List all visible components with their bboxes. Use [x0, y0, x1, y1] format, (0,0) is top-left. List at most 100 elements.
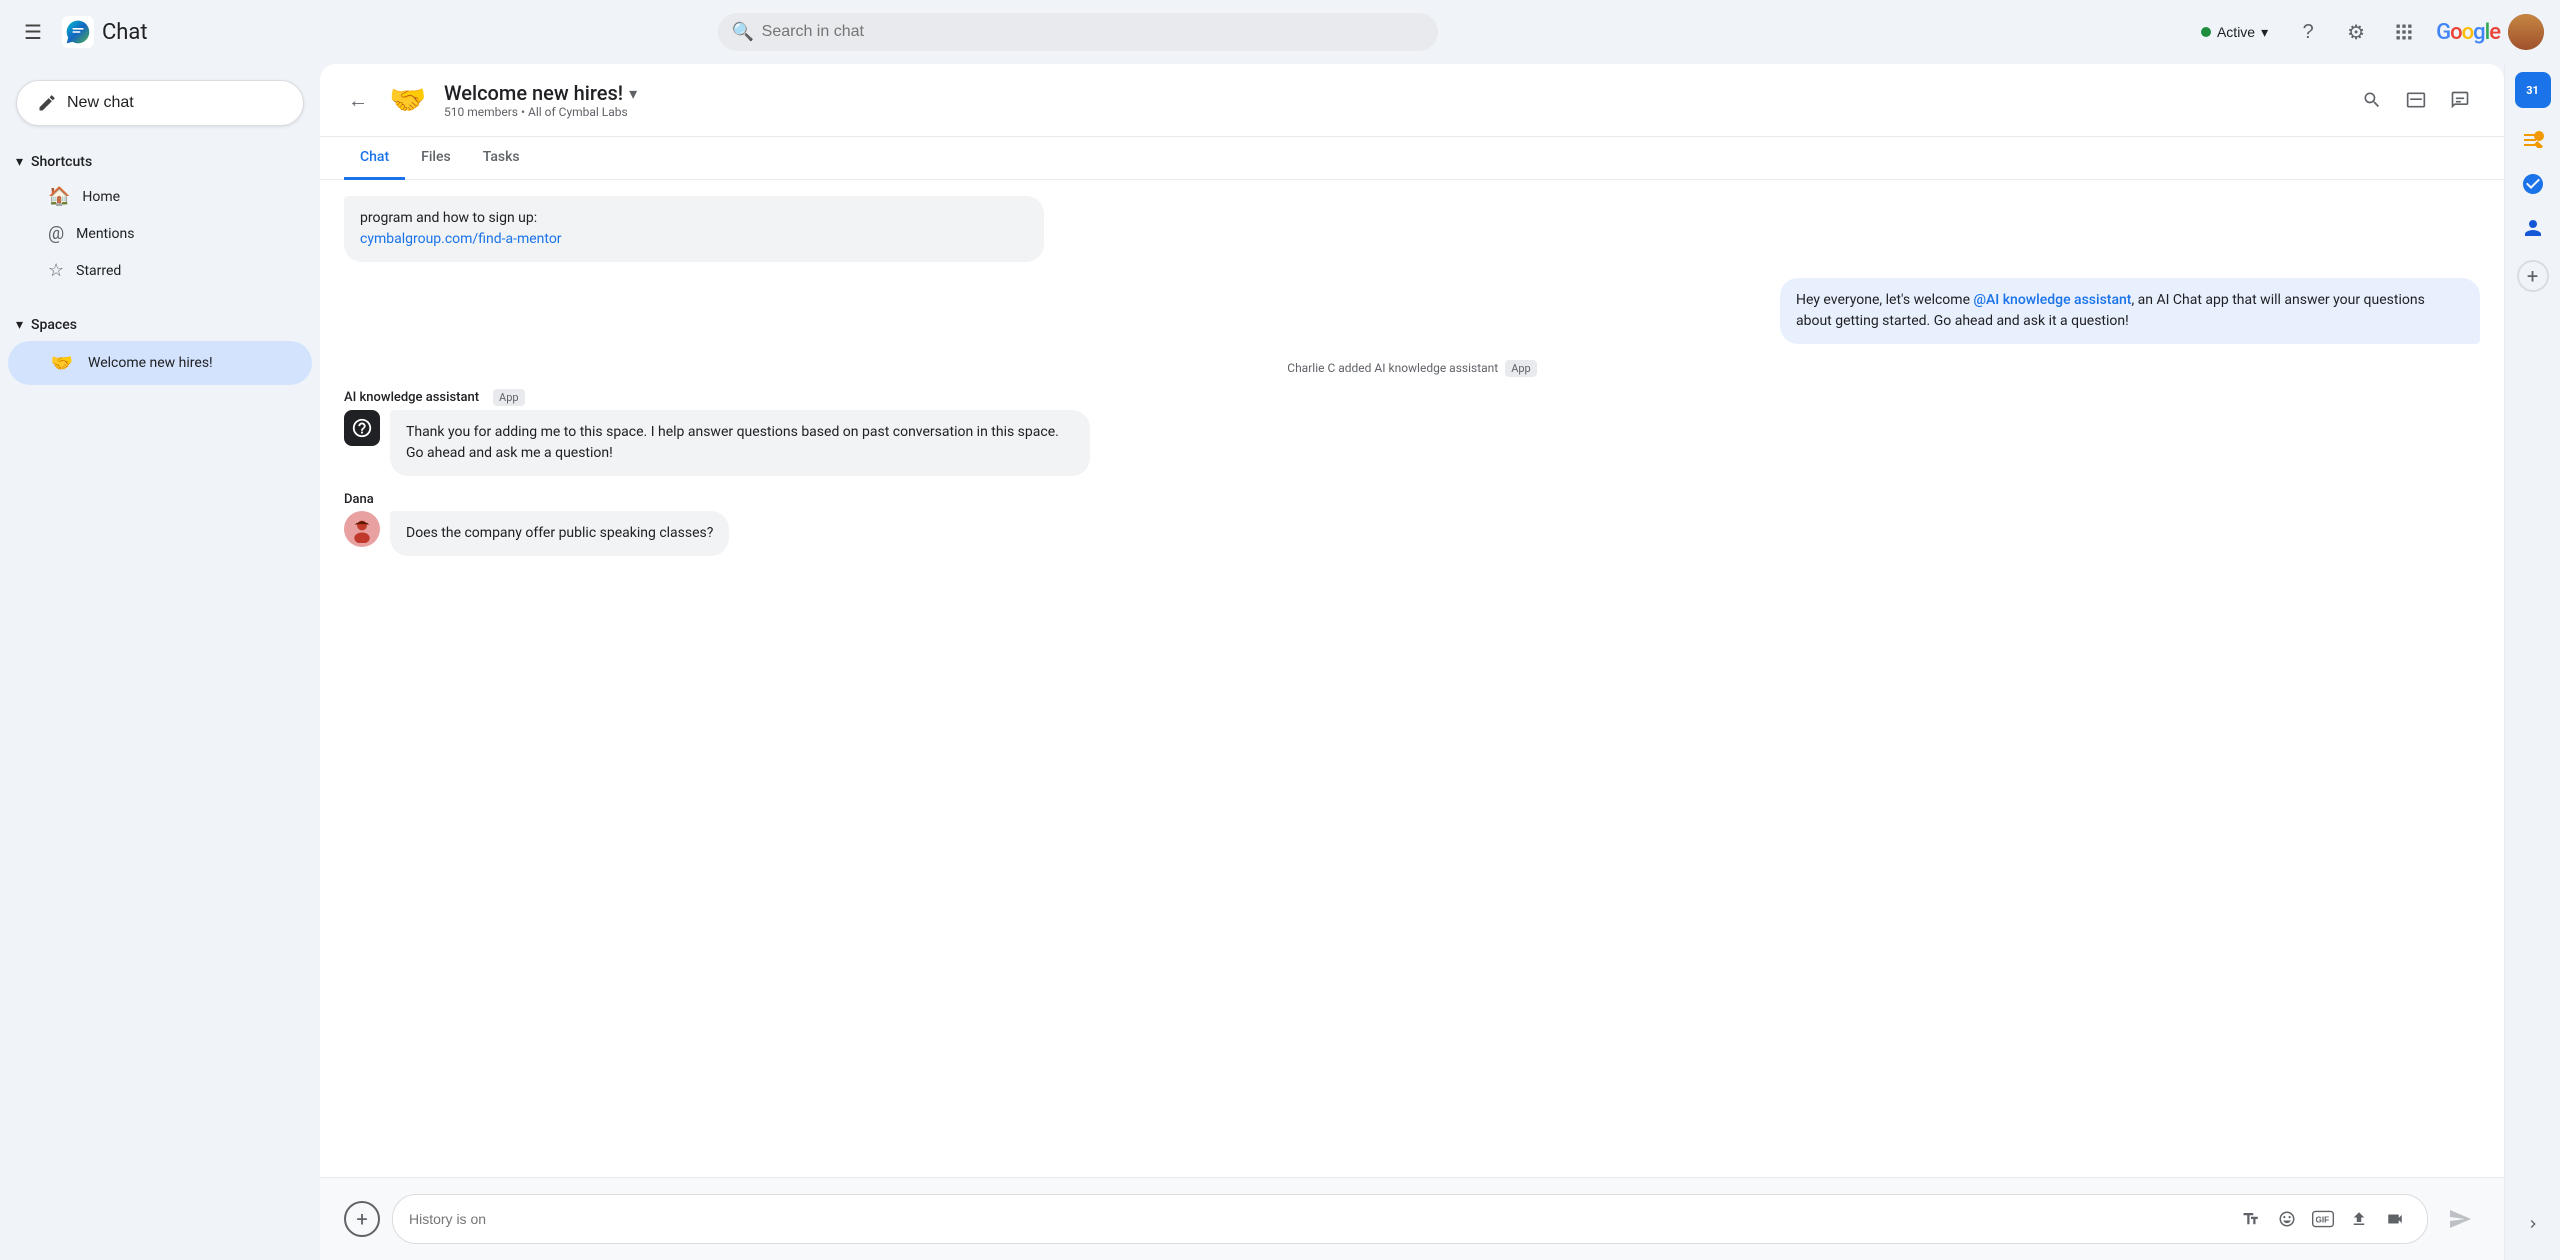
- spaces-label: Spaces: [31, 317, 77, 333]
- add-panel-button[interactable]: +: [2517, 260, 2549, 292]
- sidebar-item-mentions[interactable]: @ Mentions: [8, 215, 312, 252]
- message-input[interactable]: [409, 1211, 2227, 1227]
- user-avatar[interactable]: [2508, 14, 2544, 50]
- members-count: 510 members: [444, 105, 518, 119]
- space-emoji: 🤝: [48, 349, 76, 377]
- sidebar-item-welcome-space[interactable]: 🤝 Welcome new hires!: [8, 341, 312, 385]
- chat-threads-list-button[interactable]: [2440, 80, 2480, 120]
- message-group-partial: program and how to sign up: cymbalgroup.…: [344, 196, 2480, 262]
- dana-avatar: [344, 511, 380, 547]
- outgoing-message: Hey everyone, let's welcome @AI knowledg…: [1780, 278, 2480, 344]
- partial-text: program and how to sign up:: [360, 210, 537, 226]
- notes-button[interactable]: [2513, 120, 2553, 160]
- dana-message-group: Dana Does the company: [344, 492, 2480, 556]
- chat-area: ← 🤝 Welcome new hires! ▾ 510 members • A…: [320, 64, 2504, 1260]
- status-chevron: ▾: [2261, 24, 2268, 41]
- chat-tabs: Chat Files Tasks: [320, 137, 2504, 180]
- apps-grid-button[interactable]: [2384, 12, 2424, 52]
- chat-header: ← 🤝 Welcome new hires! ▾ 510 members • A…: [320, 64, 2504, 137]
- star-icon: ☆: [48, 260, 64, 281]
- help-button[interactable]: ?: [2288, 12, 2328, 52]
- ai-sender-name: AI knowledge assistant: [344, 390, 479, 405]
- svg-text:GIF: GIF: [2315, 1215, 2329, 1224]
- home-label: Home: [82, 189, 120, 205]
- space-name: Welcome new hires!: [88, 355, 213, 371]
- chat-title-chevron[interactable]: ▾: [629, 84, 637, 103]
- back-button[interactable]: ←: [344, 84, 372, 117]
- hamburger-icon[interactable]: ☰: [16, 12, 50, 52]
- search-bar: 🔍: [718, 13, 1438, 51]
- topbar-left: ☰ Chat: [16, 12, 336, 52]
- google-logo: Google: [2436, 20, 2500, 45]
- shortcuts-label: Shortcuts: [31, 154, 92, 170]
- status-dot: [2201, 27, 2211, 37]
- tab-files[interactable]: Files: [405, 137, 467, 180]
- app-badge: App: [1505, 360, 1537, 377]
- dana-message-row: Does the company offer public speaking c…: [344, 511, 2480, 556]
- video-call-button[interactable]: [2379, 1203, 2411, 1235]
- spaces-chevron: ▾: [16, 317, 23, 333]
- contacts-button[interactable]: [2513, 208, 2553, 248]
- expand-panel-button[interactable]: [2513, 1204, 2553, 1244]
- upload-button[interactable]: [2343, 1203, 2375, 1235]
- dana-message-bubble: Does the company offer public speaking c…: [390, 511, 729, 556]
- status-button[interactable]: Active ▾: [2189, 18, 2280, 47]
- sidebar-item-home[interactable]: 🏠 Home: [8, 178, 312, 215]
- ai-message-group: AI knowledge assistant App Thank you for…: [344, 389, 2480, 476]
- add-attachment-button[interactable]: +: [344, 1201, 380, 1237]
- message-bubble: program and how to sign up: cymbalgroup.…: [344, 196, 1044, 262]
- spaces-header[interactable]: ▾ Spaces: [0, 309, 320, 341]
- shortcuts-header[interactable]: ▾ Shortcuts: [0, 146, 320, 178]
- mentions-icon: @: [48, 223, 64, 244]
- tasks-button[interactable]: [2513, 164, 2553, 204]
- calendar-button[interactable]: 31: [2515, 72, 2551, 108]
- topbar: ☰ Chat 🔍: [0, 0, 2560, 64]
- chat-logo-icon: [62, 16, 94, 48]
- dana-sender-name: Dana: [344, 492, 374, 507]
- messages-container: program and how to sign up: cymbalgroup.…: [320, 180, 2504, 1177]
- ai-mention: @AI knowledge assistant: [1973, 292, 2131, 308]
- search-icon: 🔍: [732, 22, 754, 43]
- gif-button[interactable]: GIF: [2307, 1203, 2339, 1235]
- dana-sender-row: Dana: [344, 492, 2480, 507]
- system-text: Charlie C added AI knowledge assistant: [1287, 361, 1498, 375]
- shortcuts-chevron: ▾: [16, 154, 23, 170]
- chat-search-button[interactable]: [2352, 80, 2392, 120]
- format-text-button[interactable]: [2235, 1203, 2267, 1235]
- tab-tasks[interactable]: Tasks: [467, 137, 536, 180]
- main-layout: New chat ▾ Shortcuts 🏠 Home @ Mentions ☆…: [0, 64, 2560, 1260]
- ai-app-badge: App: [493, 389, 525, 406]
- topbar-right: Active ▾ ? ⚙ Google: [2189, 12, 2544, 52]
- ai-avatar: [344, 410, 380, 446]
- spaces-section: ▾ Spaces 🤝 Welcome new hires!: [0, 309, 320, 385]
- chat-header-info: Welcome new hires! ▾ 510 members • All o…: [444, 81, 2352, 119]
- new-chat-label: New chat: [67, 94, 134, 112]
- dana-avatar-svg: [348, 515, 376, 543]
- chat-title: Welcome new hires! ▾: [444, 81, 2352, 105]
- outgoing-message-wrapper: Hey everyone, let's welcome @AI knowledg…: [344, 278, 2480, 344]
- send-button[interactable]: [2440, 1199, 2480, 1239]
- add-icon: +: [356, 1207, 367, 1231]
- chat-header-actions: [2352, 80, 2480, 120]
- message-input-wrapper: GIF: [392, 1194, 2428, 1244]
- settings-button[interactable]: ⚙: [2336, 12, 2376, 52]
- new-chat-button[interactable]: New chat: [16, 80, 304, 126]
- search-input[interactable]: [718, 13, 1438, 51]
- tab-chat[interactable]: Chat: [344, 137, 405, 180]
- chat-title-text: Welcome new hires!: [444, 81, 623, 105]
- all-label: All of Cymbal Labs: [528, 105, 628, 119]
- emoji-button[interactable]: [2271, 1203, 2303, 1235]
- app-title: Chat: [102, 20, 148, 45]
- chat-subtitle: 510 members • All of Cymbal Labs: [444, 105, 2352, 119]
- sidebar: New chat ▾ Shortcuts 🏠 Home @ Mentions ☆…: [0, 64, 320, 1260]
- ai-message-bubble: Thank you for adding me to this space. I…: [390, 410, 1090, 476]
- chat-thread-button[interactable]: [2396, 80, 2436, 120]
- shortcuts-section: ▾ Shortcuts 🏠 Home @ Mentions ☆ Starred: [0, 146, 320, 289]
- mentor-link[interactable]: cymbalgroup.com/find-a-mentor: [360, 231, 562, 247]
- input-actions: GIF: [2235, 1203, 2411, 1235]
- new-chat-icon: [37, 93, 57, 113]
- input-area: + GIF: [320, 1177, 2504, 1260]
- home-icon: 🏠: [48, 186, 70, 207]
- ai-message-row: Thank you for adding me to this space. I…: [344, 410, 2480, 476]
- sidebar-item-starred[interactable]: ☆ Starred: [8, 252, 312, 289]
